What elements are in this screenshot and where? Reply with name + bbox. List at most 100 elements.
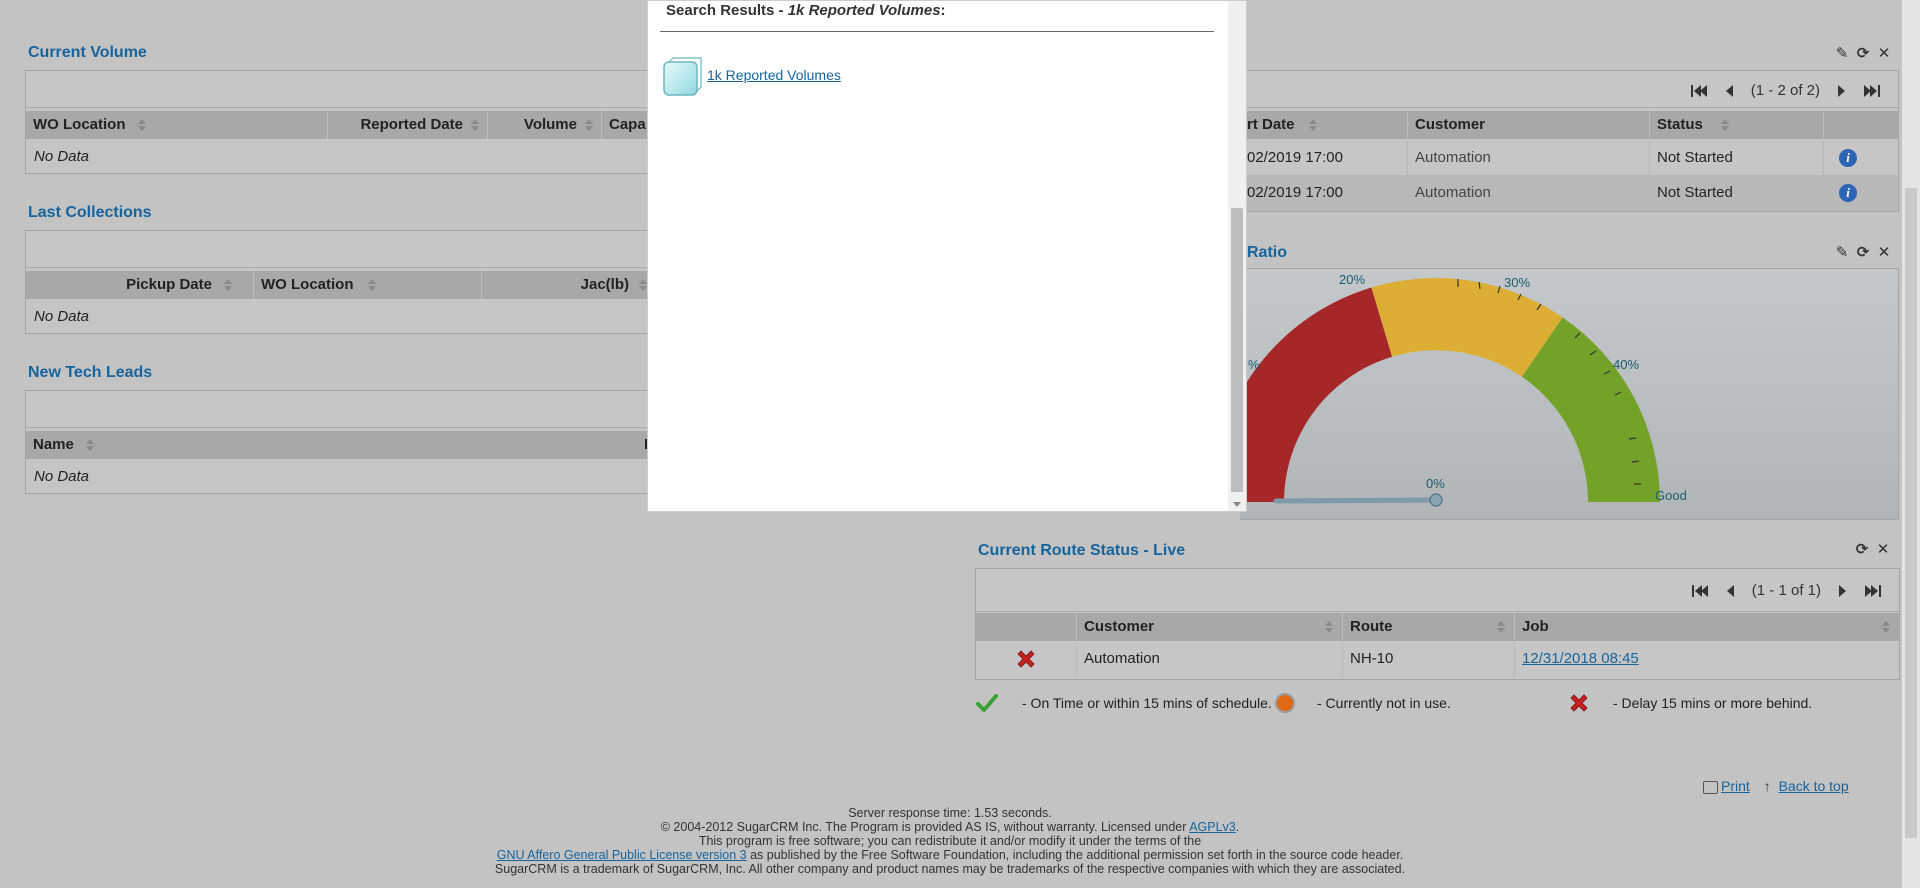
sort-icon[interactable]	[367, 279, 377, 292]
table-row[interactable]: 02/2019 17:00 Automation Not Started i	[1240, 176, 1898, 211]
sort-icon[interactable]	[1497, 621, 1506, 633]
last-collections-title: Last Collections	[28, 204, 152, 221]
top-right-header: rt Date Customer Status	[1240, 111, 1898, 139]
back-to-top-link[interactable]: Back to top	[1779, 778, 1849, 794]
print-icon[interactable]	[1703, 780, 1718, 794]
col-volume[interactable]: Volume	[488, 111, 602, 139]
footer-copyright: © 2004-2012 SugarCRM Inc. The Program is…	[660, 820, 1240, 834]
next-page-icon[interactable]	[1835, 584, 1851, 598]
col-name[interactable]: Name	[26, 431, 642, 459]
footer-gnu-line: GNU Affero General Public License versio…	[0, 848, 1900, 862]
last-collections-header: Pickup Date WO Location Jac(lb)	[26, 271, 666, 299]
col-start-date[interactable]: rt Date	[1240, 111, 1408, 139]
col-jac[interactable]: Jac(lb)	[482, 271, 666, 299]
route-cell: NH-10	[1343, 641, 1515, 677]
orange-circle-icon	[1275, 693, 1295, 713]
col-label: Reported Date	[360, 116, 463, 133]
print-link[interactable]: Print	[1721, 778, 1750, 794]
first-page-icon[interactable]	[1691, 584, 1708, 598]
top-right-dashlet-panel: (1 - 2 of 2) rt Date Customer Status 02/…	[1240, 70, 1899, 212]
col-label: Job	[1522, 618, 1549, 635]
next-page-icon[interactable]	[1834, 84, 1850, 98]
status-cell: Not Started	[1650, 141, 1824, 175]
first-page-icon[interactable]	[1690, 84, 1707, 98]
col-indicator	[976, 613, 1077, 641]
modal-divider	[660, 31, 1214, 32]
sort-icon[interactable]	[1720, 119, 1730, 132]
top-dashlet-icons: ✎ ⟳ ✕	[1834, 46, 1892, 62]
route-status-legend: - On Time or within 15 mins of schedule.…	[975, 692, 1895, 716]
refresh-icon[interactable]: ⟳	[1855, 245, 1871, 261]
close-icon[interactable]: ✕	[1876, 46, 1892, 62]
sort-icon[interactable]	[471, 119, 480, 132]
gauge-good-label: Good	[1655, 488, 1687, 503]
bottom-links: Print ↑ Back to top	[1703, 778, 1849, 794]
route-status-header: Customer Route Job	[976, 613, 1899, 641]
col-label: Customer	[1415, 116, 1486, 133]
close-icon[interactable]: ✕	[1876, 245, 1892, 261]
table-row[interactable]: 02/2019 17:00 Automation Not Started i	[1240, 141, 1898, 176]
gauge-needle	[1273, 497, 1439, 504]
gnu-license-link[interactable]: GNU Affero General Public License versio…	[497, 848, 747, 862]
report-result-link[interactable]: 1k Reported Volumes	[707, 67, 841, 83]
edit-icon[interactable]: ✎	[1834, 46, 1850, 62]
sort-icon[interactable]	[137, 119, 147, 132]
col-label: Jac(lb)	[580, 276, 629, 293]
sort-icon[interactable]	[1308, 119, 1318, 132]
pager-text: (1 - 1 of 1)	[1751, 582, 1821, 599]
col-job[interactable]: Job	[1515, 613, 1899, 641]
col-wo-location[interactable]: WO Location	[26, 111, 328, 139]
pager-text: (1 - 2 of 2)	[1750, 82, 1820, 99]
route-status-panel: (1 - 1 of 1) Customer Route Job Automati…	[975, 568, 1900, 680]
col-label: Route	[1350, 618, 1393, 635]
gauge-panel: 20% 30% 40% % 0% Good	[1240, 268, 1899, 520]
close-icon[interactable]: ✕	[1875, 542, 1891, 558]
report-cube-icon[interactable]	[661, 57, 703, 97]
col-status[interactable]: Status	[1650, 111, 1824, 139]
start-date-cell: 02/2019 17:00	[1240, 141, 1408, 175]
prev-page-icon[interactable]	[1722, 584, 1738, 598]
col-customer[interactable]: Customer	[1408, 111, 1650, 139]
sort-icon[interactable]	[1882, 621, 1891, 633]
gauge-chart: 20% 30% 40% % 0% Good	[1240, 269, 1898, 519]
table-row[interactable]: Automation NH-10 12/31/2018 08:45	[976, 641, 1899, 677]
modal-scrollbar[interactable]	[1228, 1, 1246, 511]
search-results-modal: Search Results - 1k Reported Volumes: 1k…	[647, 0, 1247, 512]
agpl-link[interactable]: AGPLv3	[1189, 820, 1236, 834]
job-link[interactable]: 12/31/2018 08:45	[1522, 650, 1639, 667]
heading-prefix: Search Results -	[666, 2, 788, 19]
gauge-dashlet-icons: ✎ ⟳ ✕	[1834, 245, 1892, 261]
refresh-icon[interactable]: ⟳	[1854, 542, 1870, 558]
edit-icon[interactable]: ✎	[1834, 245, 1850, 261]
prev-page-icon[interactable]	[1721, 84, 1737, 98]
last-collections-toolbar	[26, 231, 666, 268]
col-reported-date[interactable]: Reported Date	[328, 111, 488, 139]
delay-x-icon	[1017, 650, 1035, 668]
new-tech-leads-toolbar	[26, 391, 666, 428]
last-page-icon[interactable]	[1865, 584, 1881, 598]
info-icon[interactable]: i	[1839, 184, 1857, 202]
scroll-down-icon[interactable]	[1233, 502, 1241, 507]
sort-icon[interactable]	[1325, 621, 1334, 633]
last-page-icon[interactable]	[1864, 84, 1880, 98]
modal-scrollbar-thumb[interactable]	[1231, 208, 1243, 492]
gauge-label-40: 40%	[1613, 357, 1639, 372]
page-scrollbar-thumb[interactable]	[1905, 188, 1917, 838]
server-response-time: Server response time: 1.53 seconds.	[848, 806, 1052, 820]
page-scrollbar[interactable]	[1902, 0, 1920, 888]
col-pickup-date[interactable]: Pickup Date	[26, 271, 254, 299]
copyright-text: © 2004-2012 SugarCRM Inc. The Program is…	[660, 820, 1190, 834]
col-route[interactable]: Route	[1343, 613, 1515, 641]
sort-icon[interactable]	[224, 279, 233, 292]
sort-icon[interactable]	[85, 439, 95, 452]
new-tech-leads-title: New Tech Leads	[28, 364, 153, 381]
sort-icon[interactable]	[585, 119, 594, 132]
refresh-icon[interactable]: ⟳	[1855, 46, 1871, 62]
status-cell: Not Started	[1650, 176, 1824, 210]
col-customer[interactable]: Customer	[1077, 613, 1343, 641]
route-status-toolbar: (1 - 1 of 1)	[976, 569, 1899, 612]
new-tech-leads-panel: Name F No Data	[25, 390, 667, 494]
up-arrow-icon[interactable]: ↑	[1764, 778, 1771, 794]
info-icon[interactable]: i	[1839, 149, 1857, 167]
col-wo-location[interactable]: WO Location	[254, 271, 482, 299]
